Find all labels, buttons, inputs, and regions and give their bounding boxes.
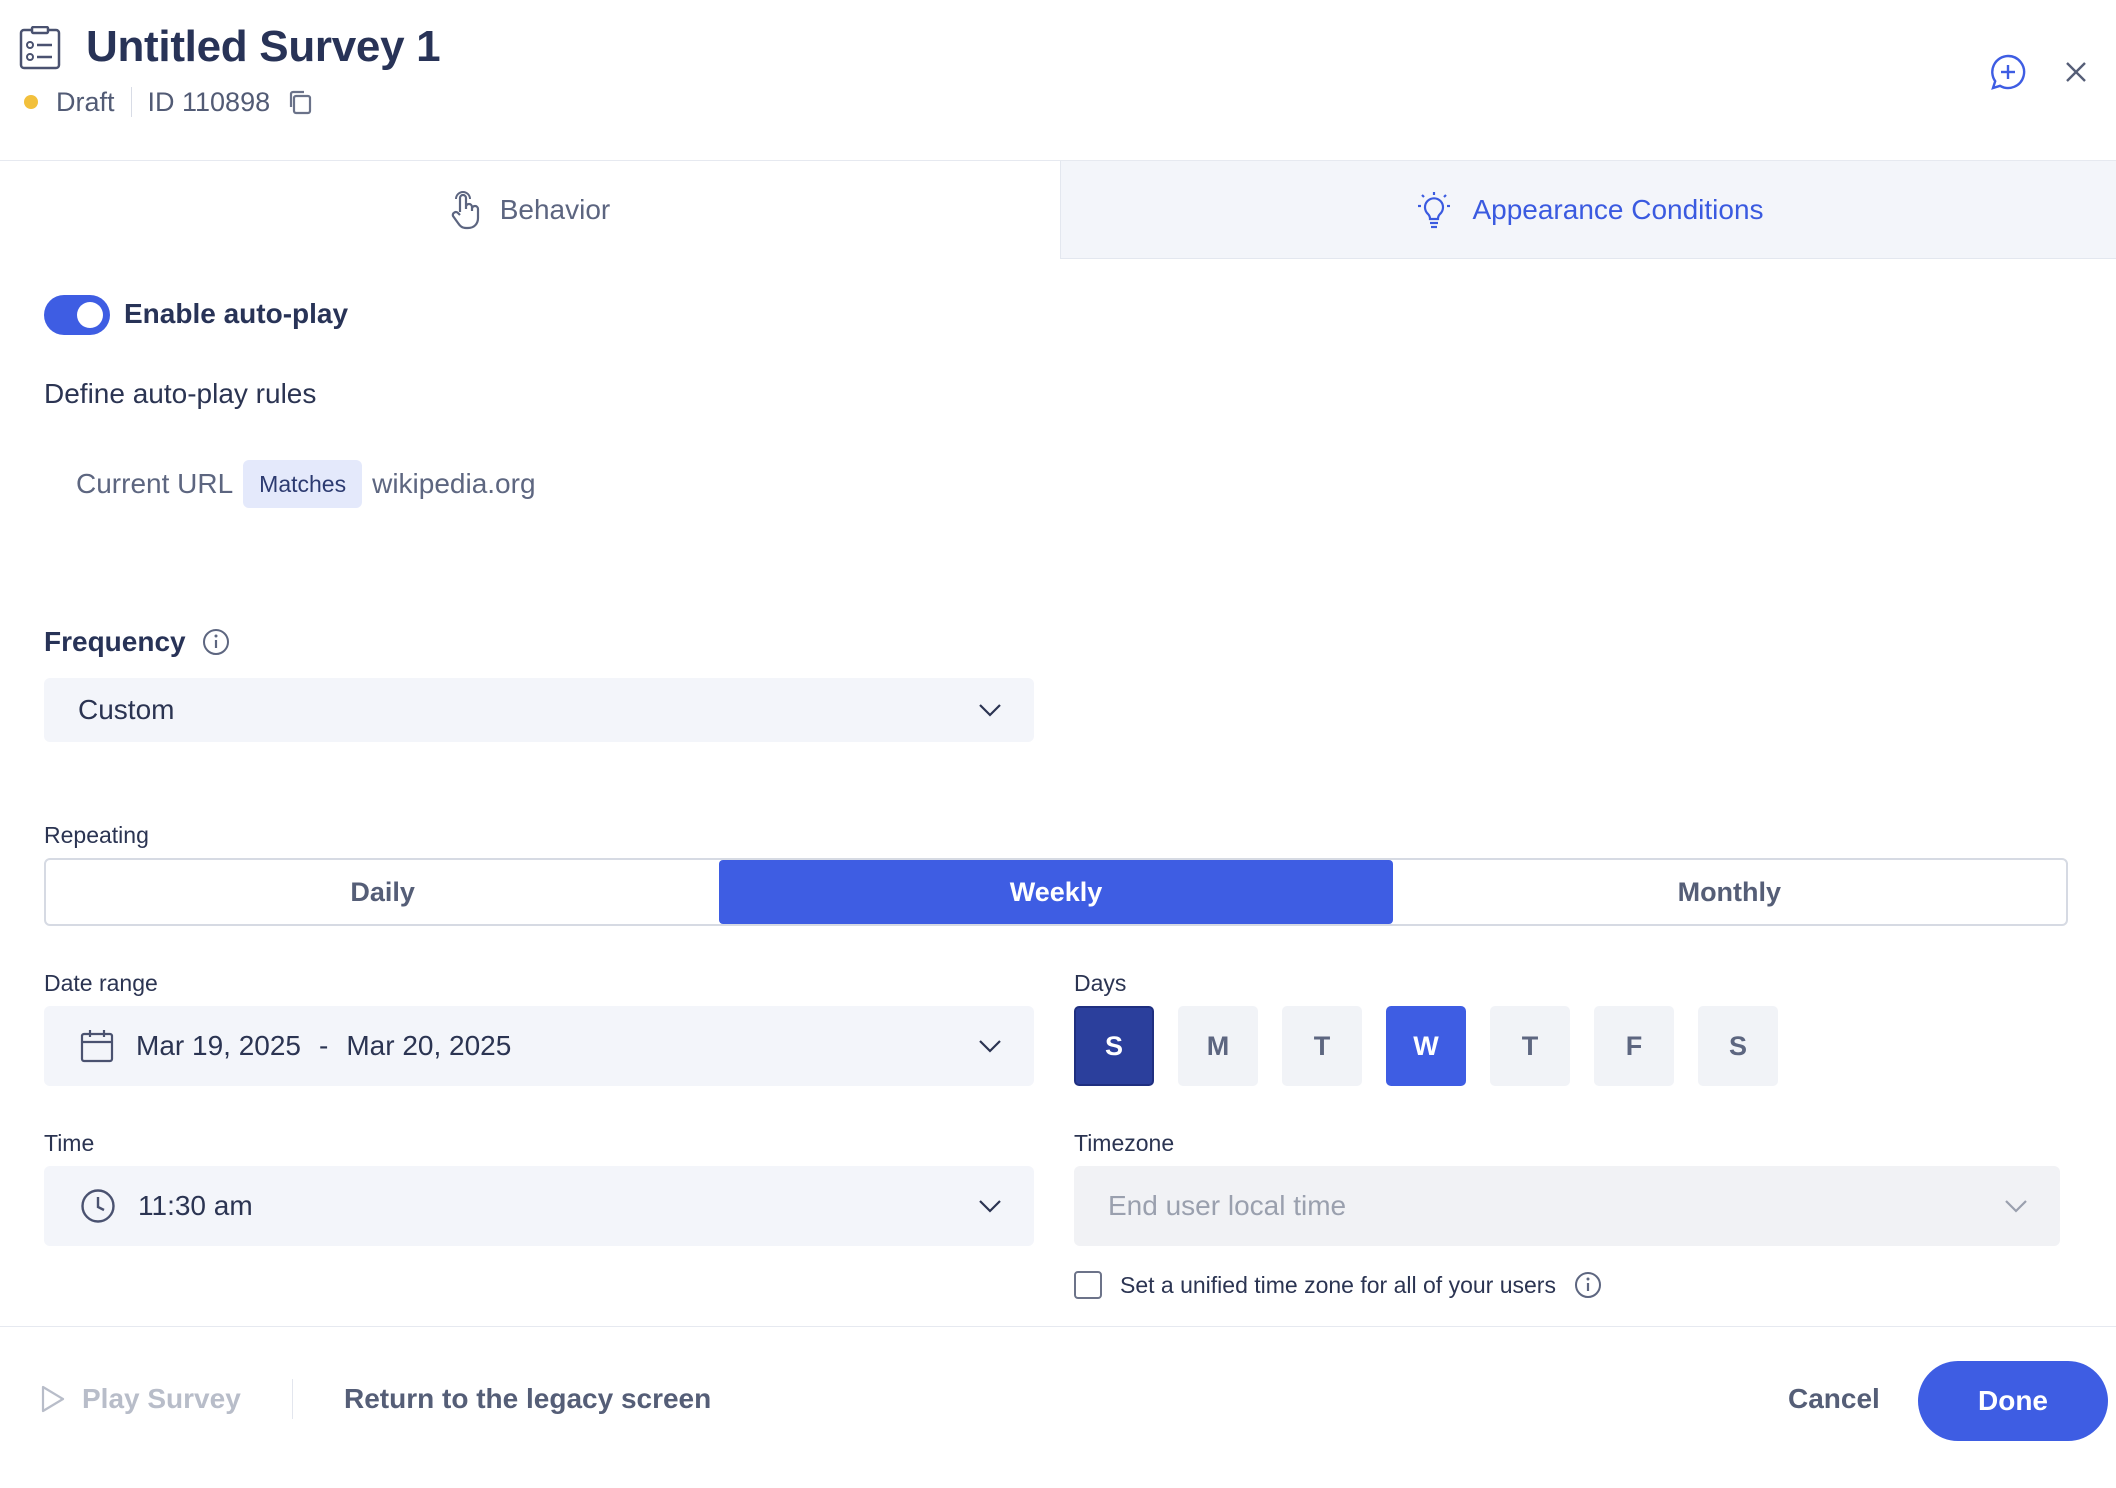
autoplay-toggle[interactable] <box>44 295 110 335</box>
done-button[interactable]: Done <box>1918 1361 2108 1441</box>
chevron-down-icon <box>979 1200 1001 1213</box>
legacy-screen-link[interactable]: Return to the legacy screen <box>344 1383 711 1415</box>
rule-operator: Matches <box>243 460 363 508</box>
time-value: 11:30 am <box>138 1190 253 1221</box>
status-badge: Draft <box>56 86 115 117</box>
autoplay-toggle-label: Enable auto-play <box>124 298 349 329</box>
meta-divider <box>130 87 132 117</box>
survey-meta: Draft ID 110898 <box>24 84 314 120</box>
lightbulb-icon <box>1418 192 1451 229</box>
date-range-label: Date range <box>44 970 158 996</box>
footer: Play Survey Return to the legacy screen … <box>0 1326 2116 1488</box>
info-icon[interactable] <box>202 628 230 656</box>
close-icon <box>2066 62 2086 82</box>
tab-behavior-label: Behavior <box>499 194 611 225</box>
day-sunday[interactable]: S <box>1074 1006 1154 1086</box>
unified-timezone-option: Set a unified time zone for all of your … <box>1074 1271 1602 1299</box>
repeating-segmented-control: Daily Weekly Monthly <box>44 858 2068 926</box>
survey-id: ID 110898 <box>147 86 271 117</box>
add-comment-icon <box>1991 54 2026 90</box>
frequency-value: Custom <box>78 694 175 725</box>
rules-title: Define auto-play rules <box>44 378 317 409</box>
page-title[interactable]: Untitled Survey 1 <box>86 22 441 72</box>
chevron-down-icon <box>979 1040 1001 1053</box>
autoplay-rule[interactable]: Current URL Matches wikipedia.org <box>76 460 536 508</box>
add-comment-button[interactable] <box>1988 52 2028 92</box>
date-separator: - <box>319 1030 329 1061</box>
tab-behavior[interactable]: Behavior <box>0 161 1061 259</box>
footer-divider <box>292 1379 293 1419</box>
time-label: Time <box>44 1130 95 1156</box>
repeating-option-daily[interactable]: Daily <box>46 860 719 924</box>
date-start: Mar 19, 2025 <box>136 1030 301 1061</box>
appearance-conditions-panel: Enable auto-play Define auto-play rules … <box>4 270 2104 1326</box>
tab-appearance-label: Appearance Conditions <box>1472 194 1764 225</box>
calendar-icon <box>80 1030 114 1063</box>
date-end: Mar 20, 2025 <box>346 1030 512 1061</box>
days-label: Days <box>1074 970 1127 996</box>
play-survey-label: Play Survey <box>82 1383 241 1414</box>
cancel-button[interactable]: Cancel <box>1788 1383 1880 1415</box>
toggle-knob <box>77 302 103 328</box>
play-icon <box>41 1385 65 1413</box>
frequency-select[interactable]: Custom <box>44 678 1034 742</box>
rule-field: Current URL <box>76 468 234 499</box>
info-icon[interactable] <box>1574 1271 1602 1299</box>
frequency-label-text: Frequency <box>44 626 186 657</box>
day-tuesday[interactable]: T <box>1282 1006 1362 1086</box>
unified-timezone-checkbox[interactable] <box>1074 1271 1102 1299</box>
day-friday[interactable]: F <box>1594 1006 1674 1086</box>
time-picker[interactable]: 11:30 am <box>44 1166 1034 1246</box>
close-button[interactable] <box>2056 52 2096 92</box>
days-selector: S M T W T F S <box>1074 1006 1802 1086</box>
survey-icon <box>19 26 61 70</box>
day-thursday[interactable]: T <box>1490 1006 1570 1086</box>
timezone-select: End user local time <box>1074 1166 2060 1246</box>
day-saturday[interactable]: S <box>1698 1006 1778 1086</box>
rule-value: wikipedia.org <box>372 468 536 499</box>
status-dot <box>24 95 38 109</box>
play-survey-button[interactable]: Play Survey <box>40 1383 241 1415</box>
timezone-label: Timezone <box>1074 1130 1175 1156</box>
unified-timezone-label: Set a unified time zone for all of your … <box>1120 1271 1556 1298</box>
tab-appearance-conditions[interactable]: Appearance Conditions <box>1062 161 2116 259</box>
day-wednesday[interactable]: W <box>1386 1006 1466 1086</box>
chevron-down-icon <box>2005 1200 2027 1213</box>
date-range-picker[interactable]: Mar 19, 2025 - Mar 20, 2025 <box>44 1006 1034 1086</box>
timezone-placeholder: End user local time <box>1108 1190 1347 1221</box>
frequency-label: Frequency <box>44 626 230 658</box>
tab-bar: Behavior Appearance Conditions <box>0 161 2116 259</box>
hand-pointer-icon <box>451 191 479 230</box>
repeating-option-weekly[interactable]: Weekly <box>719 860 1393 924</box>
repeating-option-monthly[interactable]: Monthly <box>1393 860 2066 924</box>
header: Untitled Survey 1 Draft ID 110898 <box>0 0 2116 161</box>
clock-icon <box>81 1189 115 1223</box>
day-monday[interactable]: M <box>1178 1006 1258 1086</box>
chevron-down-icon <box>979 704 1001 717</box>
copy-icon[interactable] <box>286 88 314 116</box>
repeating-label: Repeating <box>44 822 149 848</box>
